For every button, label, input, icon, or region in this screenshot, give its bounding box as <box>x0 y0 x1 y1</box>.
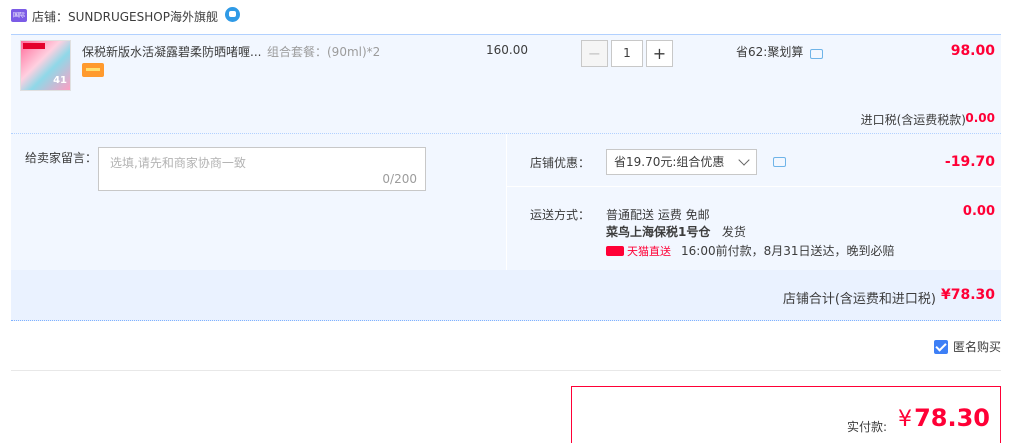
discount-info-icon[interactable] <box>773 157 786 167</box>
shop-label-prefix: 店铺： <box>32 10 69 24</box>
product-thumbnail[interactable]: 41 <box>20 40 71 91</box>
anonymous-checkbox[interactable] <box>933 339 948 354</box>
shop-header: 国际 店铺：SUNDRUGESHOP海外旗舰 <box>0 0 1018 34</box>
shop-discount-label: 店铺优惠： <box>530 156 591 170</box>
decrease-quantity-button[interactable]: − <box>581 40 608 67</box>
import-tax-label: 进口税(含运费税款) <box>860 113 966 127</box>
seller-message-count: 0/200 <box>382 172 417 186</box>
bottom-divider <box>11 370 1001 371</box>
increase-quantity-button[interactable]: + <box>646 40 673 67</box>
anonymous-label: 匿名购买 <box>952 340 1001 354</box>
item-total: 98.00 <box>950 43 995 59</box>
payment-summary: 实付款: ¥ 78.30 <box>571 386 1001 443</box>
tmall-direct-label: 天猫直送 <box>627 245 671 258</box>
delivery-promise: 天猫直送 16:00前付款，8月31日送达，晚到必赔 <box>606 242 895 259</box>
thumbnail-tag <box>23 43 45 49</box>
row-divider <box>507 186 1001 187</box>
shipping-warehouse: 菜鸟上海保税1号仓 发货 <box>606 223 746 240</box>
shipping-fee: 0.00 <box>962 204 995 219</box>
anonymous-purchase[interactable]: 匿名购买 <box>933 338 1001 355</box>
order-details: 给卖家留言： 选填,请先和商家协商一致 0/200 店铺优惠： 省19.70元:… <box>11 133 1001 271</box>
shop-name-link[interactable]: SUNDRUGESHOP海外旗舰 <box>68 10 218 24</box>
seller-message-label: 给卖家留言： <box>25 151 98 165</box>
shipping-label: 运送方式： <box>530 208 591 222</box>
order-item: 41 保税新版水活凝露碧柔防晒啫喱... 组合套餐：(90ml)*2 160.0… <box>11 34 1001 133</box>
global-badge-icon: 国际 <box>11 9 27 22</box>
thumbnail-number: 41 <box>53 75 67 86</box>
shop-discount-value: -19.70 <box>944 154 995 170</box>
promo-text: 省62:聚划算 <box>736 45 804 59</box>
import-tax-value: 0.00 <box>965 111 995 125</box>
warehouse-name: 菜鸟上海保税1号仓 <box>606 225 711 239</box>
payment-amount: 78.30 <box>914 404 990 432</box>
section-divider <box>506 134 507 271</box>
credit-card-icon <box>82 63 104 77</box>
payment-label: 实付款: <box>846 420 887 434</box>
store-total-label: 店铺合计(含运费和进口税) <box>782 292 936 307</box>
wangwang-chat-icon[interactable] <box>225 7 240 22</box>
tmall-cat-icon <box>606 246 624 256</box>
store-total: 店铺合计(含运费和进口税) ¥78.30 <box>11 270 1001 321</box>
product-sku: 组合套餐：(90ml)*2 <box>267 45 381 59</box>
chevron-down-icon <box>738 154 750 166</box>
dispatch-text: 发货 <box>721 225 746 239</box>
shop-discount-selected: 省19.70元:组合优惠 <box>614 155 725 169</box>
quantity-stepper: − 1 + <box>581 40 673 67</box>
tmall-direct-tag: 天猫直送 <box>606 243 671 259</box>
quantity-input[interactable]: 1 <box>611 40 643 67</box>
seller-message-input[interactable]: 选填,请先和商家协商一致 0/200 <box>98 147 426 191</box>
shop-label: 店铺：SUNDRUGESHOP海外旗舰 <box>32 8 218 25</box>
payment-currency: ¥ <box>898 407 912 432</box>
promo-info-icon[interactable] <box>810 49 823 59</box>
delivery-promise-text: 16:00前付款，8月31日送达，晚到必赔 <box>681 244 895 258</box>
shipping-method: 普通配送 运费 免邮 <box>606 208 710 222</box>
unit-price: 160.00 <box>486 43 528 57</box>
product-title-link[interactable]: 保税新版水活凝露碧柔防晒啫喱... <box>82 43 262 60</box>
shop-discount-select[interactable]: 省19.70元:组合优惠 <box>606 149 757 175</box>
store-total-value: ¥78.30 <box>940 287 995 303</box>
seller-message-placeholder: 选填,请先和商家协商一致 <box>110 156 246 170</box>
